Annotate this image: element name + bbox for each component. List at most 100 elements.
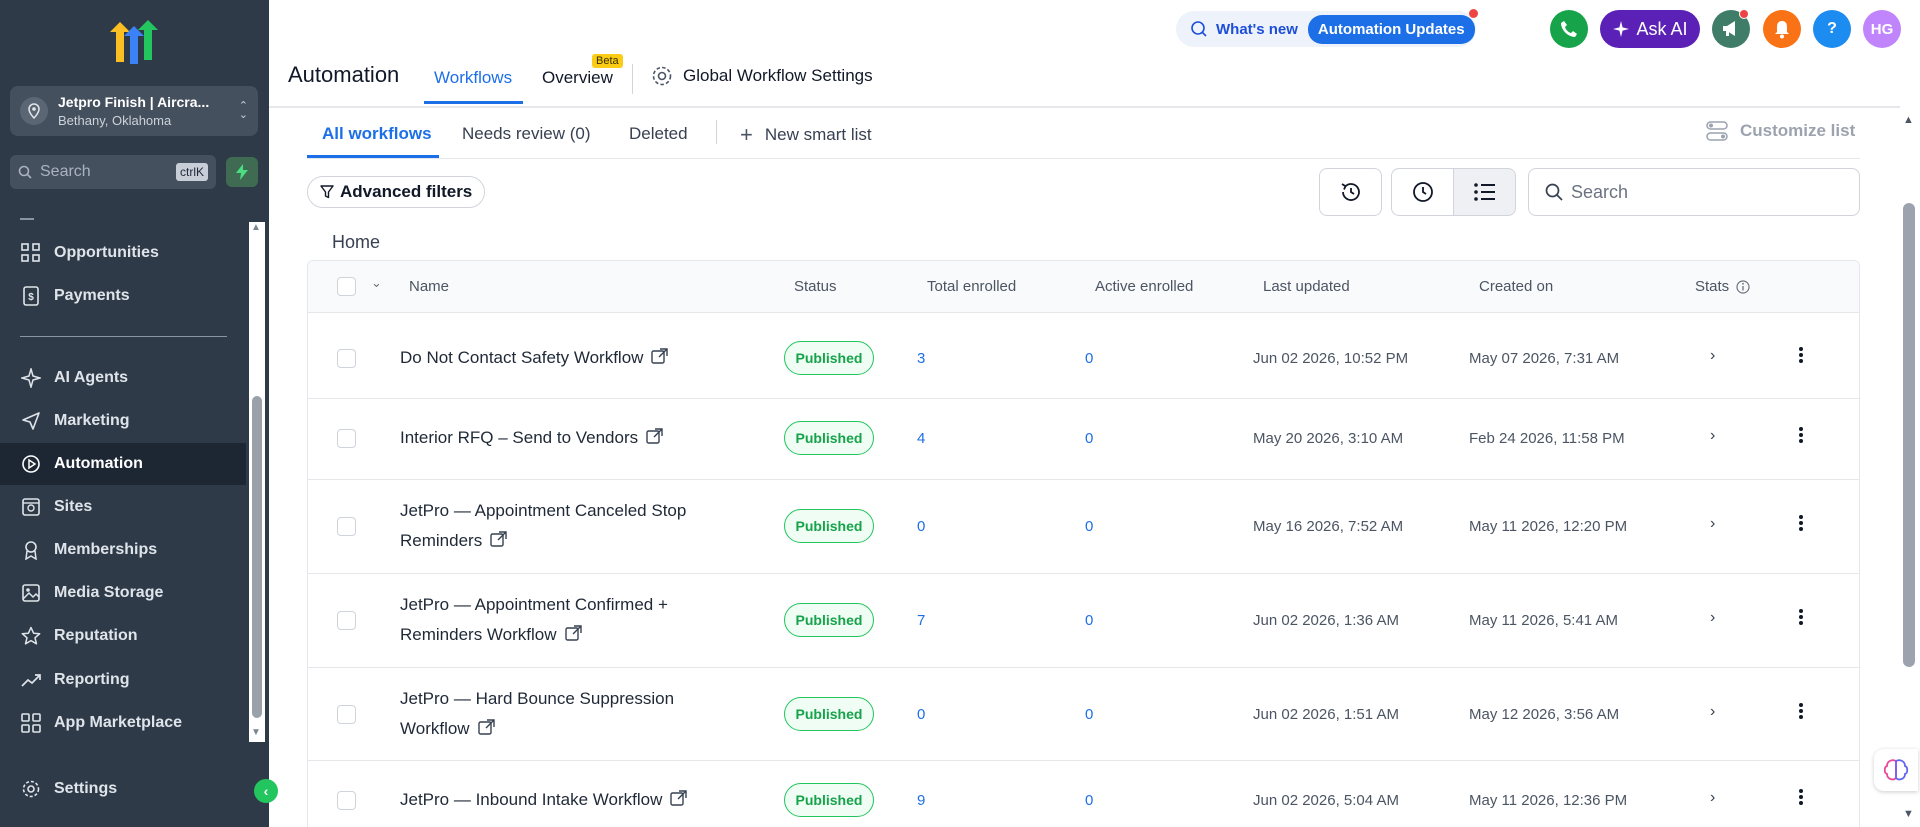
notifications-button[interactable] [1763,10,1801,48]
sidebar-search-input[interactable]: Search ctrlK [10,155,216,189]
total-enrolled-link[interactable]: 3 [917,350,925,367]
sidebar-item-reputation[interactable]: Reputation [0,615,246,657]
row-checkbox[interactable] [337,349,356,368]
external-link-icon[interactable] [651,348,669,365]
active-enrolled-link[interactable]: 0 [1085,706,1093,723]
external-link-icon[interactable] [670,790,688,807]
table-row[interactable]: JetPro — Appointment Confirmed + Reminde… [308,574,1859,668]
column-header-active-enrolled[interactable]: Active enrolled [1095,278,1193,295]
row-actions-menu-icon[interactable] [1797,701,1805,721]
column-header-created-on[interactable]: Created on [1479,278,1553,295]
help-button[interactable]: ? [1813,10,1851,48]
sidebar-item-marketing[interactable]: Marketing [0,400,246,442]
row-actions-menu-icon[interactable] [1797,345,1805,365]
chevron-right-icon[interactable]: › [1710,347,1715,365]
list-view-button[interactable] [1453,168,1516,216]
workflow-name[interactable]: JetPro — Appointment Canceled Stop Remin… [400,496,720,556]
customize-list-button[interactable]: Customize list [1706,121,1855,141]
sidebar-item-settings[interactable]: Settings [0,768,269,810]
row-checkbox[interactable] [337,705,356,724]
automation-updates-pill[interactable]: Automation Updates [1307,14,1475,44]
row-actions-menu-icon[interactable] [1797,607,1805,627]
history-view-button[interactable] [1319,168,1382,216]
sidebar-item-payments[interactable]: $ Payments [0,275,246,317]
chevron-right-icon[interactable]: › [1710,703,1715,721]
collapse-sidebar-button[interactable]: ‹ [254,779,278,803]
row-actions-menu-icon[interactable] [1797,787,1805,807]
sidebar-item-app-marketplace[interactable]: App Marketplace [0,702,246,744]
sidebar-item-media-storage[interactable]: Media Storage [0,572,246,614]
user-avatar[interactable]: HG [1863,10,1901,48]
chevron-right-icon[interactable]: › [1710,609,1715,627]
sidebar-item-memberships[interactable]: Memberships [0,529,246,571]
chevron-right-icon[interactable]: › [1710,515,1715,533]
phone-button[interactable] [1550,10,1588,48]
workflow-name[interactable]: JetPro — Appointment Confirmed + Reminde… [400,590,720,650]
sidebar-item-opportunities[interactable]: Opportunities [0,232,246,274]
workflow-name[interactable]: JetPro — Hard Bounce Suppression Workflo… [400,684,720,744]
sidebar-item-ai-agents[interactable]: AI Agents [0,357,246,399]
advanced-filters-button[interactable]: Advanced filters [307,176,486,208]
row-checkbox[interactable] [337,791,356,810]
tab-overview[interactable]: Overview [542,68,613,88]
column-header-status[interactable]: Status [794,278,837,295]
total-enrolled-link[interactable]: 7 [917,612,925,629]
breadcrumb-home[interactable]: Home [332,232,380,253]
active-enrolled-link[interactable]: 0 [1085,612,1093,629]
info-icon[interactable] [1736,280,1750,294]
column-header-last-updated[interactable]: Last updated [1263,278,1350,295]
external-link-icon[interactable] [477,719,495,736]
new-smart-list-button[interactable]: + New smart list [740,122,872,148]
row-checkbox[interactable] [337,517,356,536]
recent-view-button[interactable] [1391,168,1454,216]
table-row[interactable]: Interior RFQ – Send to Vendors Published… [308,399,1859,480]
scroll-down-arrow-icon[interactable]: ▼ [1903,808,1914,820]
total-enrolled-link[interactable]: 4 [917,430,925,447]
workflow-search-field[interactable] [1528,168,1860,216]
active-enrolled-link[interactable]: 0 [1085,792,1093,809]
row-checkbox[interactable] [337,611,356,630]
scroll-up-arrow-icon[interactable]: ▲ [1903,114,1914,126]
tab-workflows[interactable]: Workflows [434,68,512,88]
account-switcher[interactable]: Jetpro Finish | Aircra... Bethany, Oklah… [10,86,258,136]
table-row[interactable]: JetPro — Hard Bounce Suppression Workflo… [308,668,1859,761]
sidebar-item-sites[interactable]: Sites [0,486,246,528]
external-link-icon[interactable] [646,428,663,445]
app-logo-icon[interactable] [108,18,160,66]
ask-ai-button[interactable]: Ask AI [1600,10,1700,48]
subtab-deleted[interactable]: Deleted [629,124,688,144]
quick-action-button[interactable] [226,157,258,187]
external-link-icon[interactable] [490,531,507,548]
active-enrolled-link[interactable]: 0 [1085,430,1093,447]
global-workflow-settings-button[interactable]: Global Workflow Settings [651,65,873,87]
sidebar-scrollbar-thumb[interactable] [252,396,262,718]
ai-assistant-button[interactable] [1874,749,1918,791]
select-all-checkbox[interactable] [337,277,356,296]
main-scrollbar-thumb[interactable] [1903,203,1915,667]
workflow-search-input[interactable] [1571,181,1851,203]
chevron-down-icon[interactable]: ⌄ [371,275,382,291]
external-link-icon[interactable] [564,625,582,642]
column-header-total-enrolled[interactable]: Total enrolled [927,278,1016,295]
subtab-all-workflows[interactable]: All workflows [322,124,432,144]
workflow-name[interactable]: JetPro — Inbound Intake Workflow [400,785,720,815]
column-header-name[interactable]: Name [409,278,449,295]
sidebar-item-automation[interactable]: Automation [0,443,246,485]
workflow-name[interactable]: Do Not Contact Safety Workflow [400,343,720,373]
scroll-up-arrow-icon[interactable]: ▲ [251,222,261,233]
active-enrolled-link[interactable]: 0 [1085,350,1093,367]
scroll-down-arrow-icon[interactable]: ▼ [251,727,261,738]
total-enrolled-link[interactable]: 0 [917,706,925,723]
chevron-right-icon[interactable]: › [1710,789,1715,807]
table-row[interactable]: JetPro — Inbound Intake Workflow Publish… [308,761,1859,827]
active-enrolled-link[interactable]: 0 [1085,518,1093,535]
row-actions-menu-icon[interactable] [1797,425,1805,445]
subtab-needs-review[interactable]: Needs review (0) [462,124,591,144]
total-enrolled-link[interactable]: 0 [917,518,925,535]
total-enrolled-link[interactable]: 9 [917,792,925,809]
table-row[interactable]: Do Not Contact Safety Workflow Published… [308,319,1859,399]
chevron-right-icon[interactable]: › [1710,427,1715,445]
row-checkbox[interactable] [337,429,356,448]
workflow-name[interactable]: Interior RFQ – Send to Vendors [400,423,720,453]
whats-new-banner[interactable]: What's new Automation Updates [1176,11,1476,47]
